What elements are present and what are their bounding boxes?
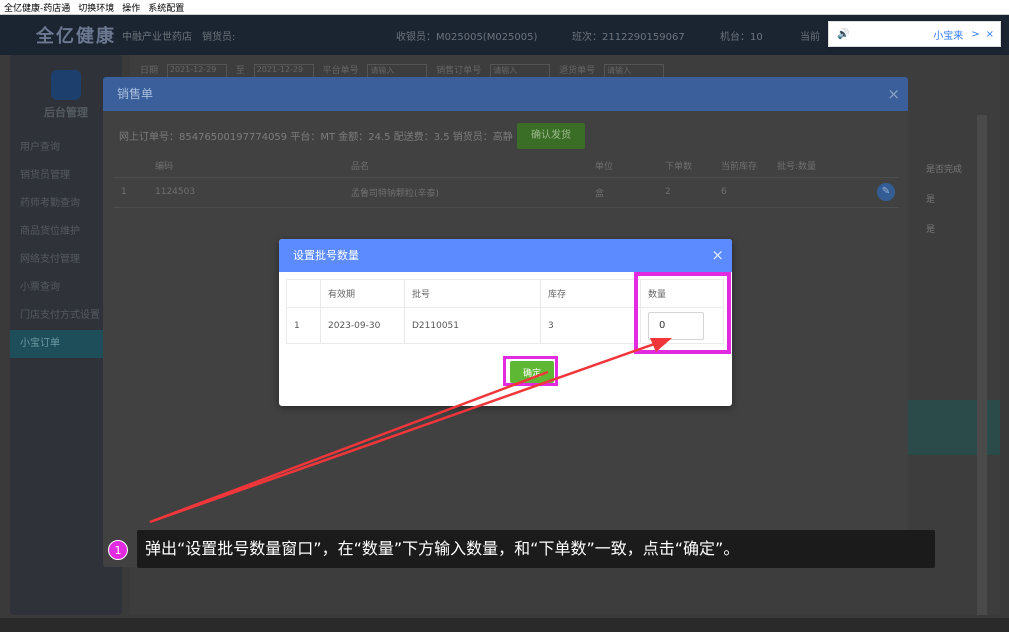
sidebar-item-xiaobao-orders[interactable]: 小宝订单 bbox=[10, 330, 112, 358]
close-icon[interactable]: × bbox=[711, 239, 724, 272]
sales-no-input[interactable]: 请输入 bbox=[490, 63, 551, 78]
chevron-right-icon[interactable]: > bbox=[971, 29, 979, 40]
batch-dialog-header: 设置批号数量 × bbox=[279, 239, 732, 272]
platform-no-input[interactable]: 请输入 bbox=[367, 63, 428, 78]
step-badge: 1 bbox=[108, 540, 128, 560]
date-label: 日期 bbox=[140, 66, 159, 76]
taskbar-strip bbox=[0, 618, 1009, 632]
date-to-value: 2021-12-29 bbox=[256, 64, 304, 74]
menu-operate[interactable]: 操作 bbox=[118, 1, 144, 14]
col-unit: 单位 bbox=[587, 155, 657, 178]
col-name: 品名 bbox=[343, 155, 587, 178]
table-header-row: 有效期 批号 库存 数量 bbox=[286, 279, 724, 308]
platform-no-placeholder: 请输入 bbox=[370, 65, 395, 75]
date-to-input[interactable]: 2021-12-29 bbox=[253, 63, 314, 78]
col-batch-qty: 批号:数量 bbox=[769, 155, 869, 178]
col-stock: 库存 bbox=[540, 279, 641, 308]
cashier-info: 收银员：M025005(M025005) bbox=[396, 32, 538, 43]
instruction-caption: 弹出“设置批号数量窗口”，在“数量”下方输入数量，和“下单数”一致，点击“确定”… bbox=[137, 530, 935, 568]
batch-dialog-title: 设置批号数量 bbox=[293, 249, 359, 262]
return-no-placeholder: 请输入 bbox=[606, 65, 631, 75]
quantity-input[interactable] bbox=[648, 311, 704, 340]
speaker-icon: 🔊 bbox=[837, 28, 850, 40]
store-name: 中融产业世药店 bbox=[122, 32, 192, 43]
sales-items-table: 编码 品名 单位 下单数 当前库存 批号:数量 1 1124503 孟鲁司特钠颗… bbox=[113, 155, 899, 208]
edit-icon[interactable]: ✎ bbox=[877, 183, 895, 201]
row-expiry: 2023-09-30 bbox=[320, 307, 405, 344]
row-index: 1 bbox=[286, 307, 321, 344]
date-from-value: 2021-12-29 bbox=[169, 64, 217, 74]
date-separator: 至 bbox=[235, 66, 245, 76]
table-row: 1 2023-09-30 D2110051 3 bbox=[286, 307, 724, 344]
col-expiry: 有效期 bbox=[320, 279, 405, 308]
row-quantity-cell bbox=[640, 307, 724, 344]
ok-button[interactable]: 确定 bbox=[510, 361, 554, 383]
menu-app-title[interactable]: 全亿健康-药店通 bbox=[0, 1, 74, 14]
machine-info: 机台：10 bbox=[720, 32, 763, 43]
close-icon[interactable]: × bbox=[986, 29, 994, 40]
col-order-qty: 下单数 bbox=[657, 155, 713, 178]
assistant-notice[interactable]: 🔊 小宝来 > × bbox=[828, 21, 1001, 47]
shift-info: 班次：2112290159067 bbox=[572, 32, 685, 43]
sales-dialog-title: 销售单 bbox=[117, 87, 154, 101]
confirm-ship-button[interactable]: 确认发货 bbox=[517, 123, 585, 149]
table-row: 1 1124503 孟鲁司特钠颗粒(辛泰) 盒 2 6 ✎ bbox=[113, 177, 899, 208]
row-stock: 3 bbox=[540, 307, 641, 344]
col-action bbox=[869, 155, 899, 178]
row-batch-qty bbox=[769, 177, 869, 208]
col-code: 编码 bbox=[147, 155, 343, 178]
batch-quantity-dialog: 设置批号数量 × 有效期 批号 库存 数量 1 2023-09-30 D2110… bbox=[279, 239, 732, 406]
clerk-label: 销货员: bbox=[202, 32, 236, 43]
row-code: 1124503 bbox=[147, 177, 343, 208]
sales-no-placeholder: 请输入 bbox=[493, 65, 518, 75]
admin-logo-icon bbox=[51, 70, 81, 100]
col-index bbox=[113, 155, 147, 178]
platform-no-label: 平台单号 bbox=[322, 66, 359, 76]
vertical-scrollbar[interactable] bbox=[977, 115, 987, 615]
row-order-qty: 2 bbox=[657, 177, 713, 208]
row-batch: D2110051 bbox=[404, 307, 541, 344]
row-index: 1 bbox=[113, 177, 147, 208]
menu-bar: 全亿健康-药店通 切换环境 操作 系统配置 bbox=[0, 0, 1009, 15]
return-no-input[interactable]: 请输入 bbox=[603, 63, 664, 78]
batch-table: 有效期 批号 库存 数量 1 2023-09-30 D2110051 3 bbox=[286, 279, 724, 344]
sales-no-label: 销售订单号 bbox=[436, 66, 482, 76]
close-icon[interactable]: × bbox=[887, 77, 900, 111]
row-name: 孟鲁司特钠颗粒(辛泰) bbox=[343, 177, 587, 208]
app-logo: 全亿健康 bbox=[36, 26, 116, 47]
sales-dialog-header: 销售单 × bbox=[103, 77, 908, 111]
col-index bbox=[286, 279, 321, 308]
menu-switch-env[interactable]: 切换环境 bbox=[74, 1, 118, 14]
return-no-label: 退货单号 bbox=[559, 66, 596, 76]
col-stock: 当前库存 bbox=[713, 155, 769, 178]
menu-system-config[interactable]: 系统配置 bbox=[144, 1, 188, 14]
filter-bar: 日期 2021-12-29 至 2021-12-29 平台单号 请输入 销售订单… bbox=[140, 63, 670, 78]
order-info: 网上订单号：85476500197774059 平台：MT 金额：24.5 配送… bbox=[119, 132, 513, 143]
row-action: ✎ bbox=[869, 177, 899, 208]
col-quantity: 数量 bbox=[640, 279, 724, 308]
row-stock: 6 bbox=[713, 177, 769, 208]
date-from-input[interactable]: 2021-12-29 bbox=[166, 63, 227, 78]
table-header-row: 编码 品名 单位 下单数 当前库存 批号:数量 bbox=[113, 155, 899, 178]
assistant-name[interactable]: 小宝来 bbox=[933, 27, 963, 42]
row-unit: 盒 bbox=[587, 177, 657, 208]
col-batch: 批号 bbox=[404, 279, 541, 308]
current-info: 当前 bbox=[800, 32, 820, 43]
